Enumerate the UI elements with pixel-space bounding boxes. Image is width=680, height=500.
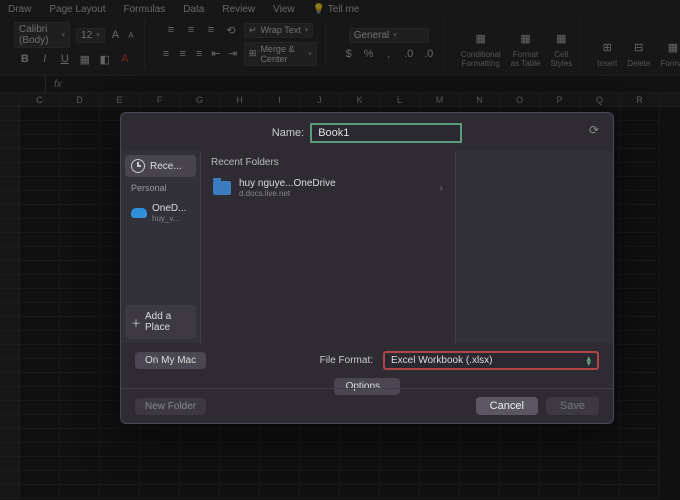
sidebar-item-sublabel: huy_v... bbox=[152, 214, 186, 223]
folder-icon bbox=[213, 181, 231, 195]
save-dialog: Name: ⟳ Rece... Personal OneD... huy_v..… bbox=[120, 112, 614, 424]
stepper-icon: ▴▾ bbox=[586, 356, 591, 366]
folder-name: huy nguye...OneDrive bbox=[239, 178, 336, 189]
sidebar-category-personal: Personal bbox=[125, 181, 196, 195]
sidebar-item-recent[interactable]: Rece... bbox=[125, 155, 196, 177]
sidebar-item-label: OneD... bbox=[152, 203, 186, 214]
plus-icon: ＋ bbox=[131, 315, 141, 330]
file-format-value: Excel Workbook (.xlsx) bbox=[391, 355, 493, 366]
clock-icon bbox=[131, 159, 145, 173]
loading-spinner-icon: ⟳ bbox=[589, 123, 599, 137]
add-place-label: Add a Place bbox=[145, 311, 190, 333]
folder-item[interactable]: huy nguye...OneDrive d.docs.live.net › bbox=[211, 174, 445, 202]
name-label: Name: bbox=[272, 127, 304, 139]
add-place-button[interactable]: ＋ Add a Place bbox=[125, 305, 196, 339]
new-folder-button[interactable]: New Folder bbox=[135, 398, 206, 415]
file-format-select[interactable]: Excel Workbook (.xlsx) ▴▾ bbox=[383, 351, 599, 370]
sidebar-item-label: Rece... bbox=[150, 161, 182, 172]
on-my-mac-button[interactable]: On My Mac bbox=[135, 352, 206, 369]
recent-folders-header: Recent Folders bbox=[211, 157, 445, 168]
onedrive-icon bbox=[131, 208, 147, 218]
folder-path: d.docs.live.net bbox=[239, 189, 336, 198]
filename-input[interactable] bbox=[310, 123, 462, 143]
modal-overlay: Name: ⟳ Rece... Personal OneD... huy_v..… bbox=[0, 0, 680, 500]
preview-pane bbox=[455, 151, 613, 343]
file-format-label: File Format: bbox=[320, 355, 373, 366]
sidebar-item-onedrive[interactable]: OneD... huy_v... bbox=[125, 199, 196, 227]
folder-list-pane: Recent Folders huy nguye...OneDrive d.do… bbox=[201, 151, 455, 343]
chevron-right-icon: › bbox=[440, 183, 443, 194]
places-sidebar: Rece... Personal OneD... huy_v... ＋ Add … bbox=[121, 151, 201, 343]
cancel-button[interactable]: Cancel bbox=[476, 397, 538, 415]
save-button[interactable]: Save bbox=[546, 397, 599, 415]
